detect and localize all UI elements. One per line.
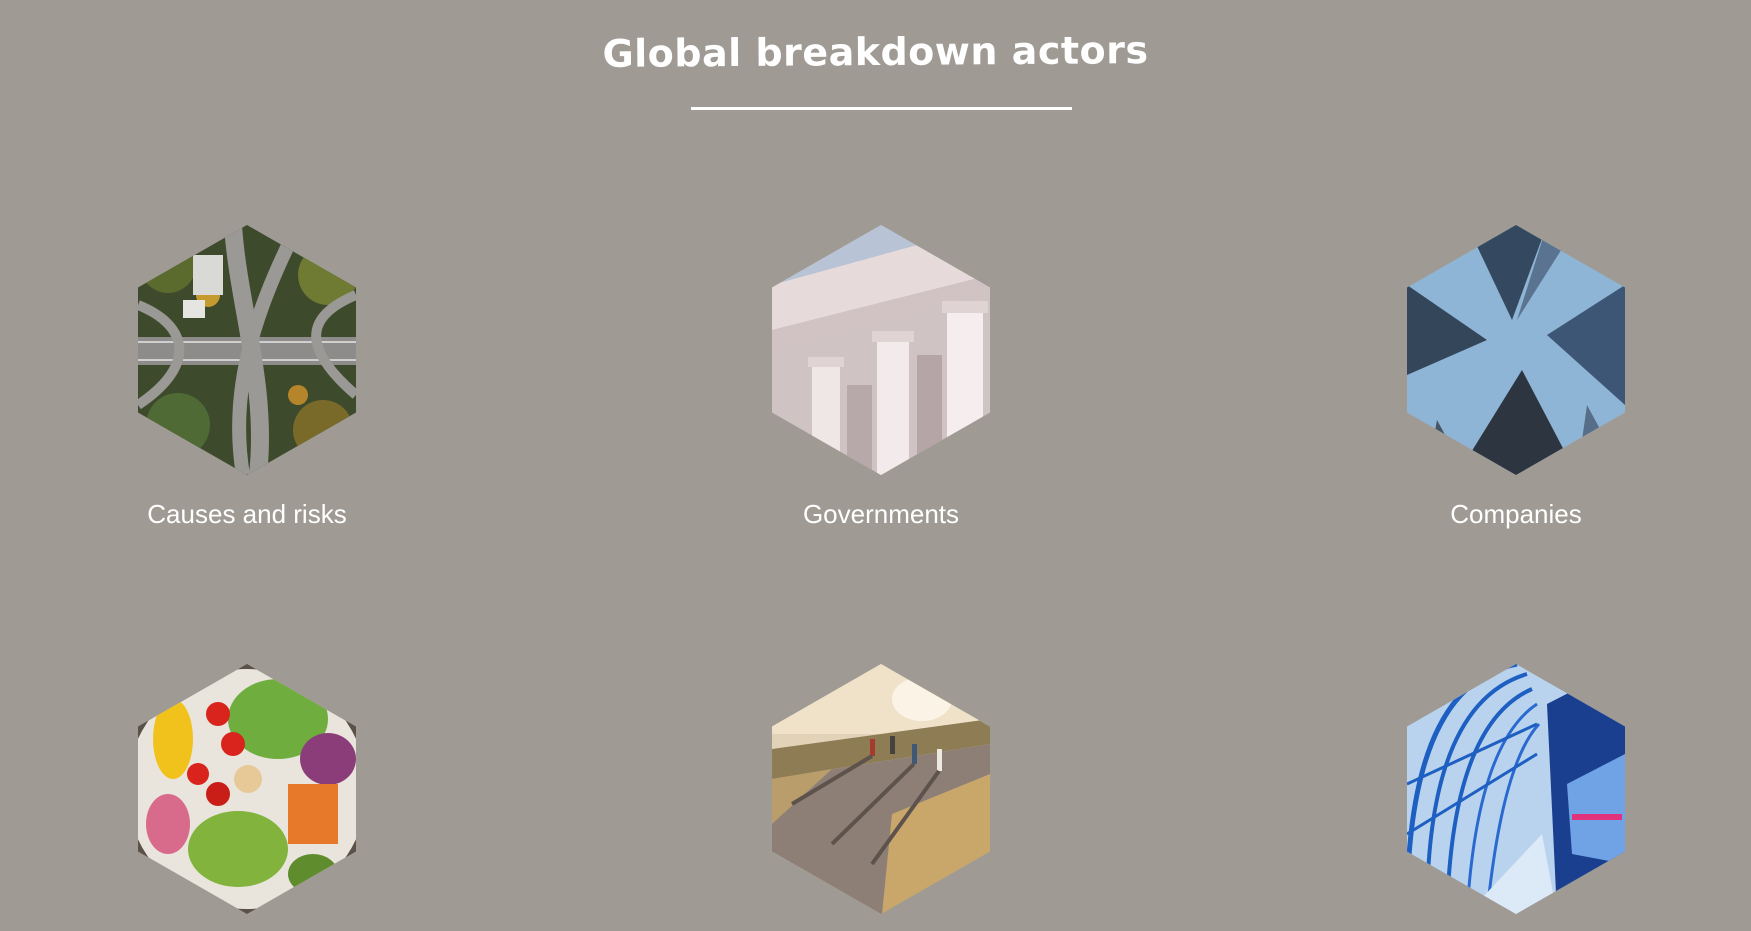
- skyscrapers-graphic: [1407, 225, 1625, 475]
- title-underline: [691, 107, 1072, 110]
- road-walkers-graphic: [772, 664, 990, 914]
- card-transport[interactable]: [1366, 664, 1666, 931]
- vegetable-salad-graphic: [138, 664, 356, 914]
- classical-columns-graphic: [772, 225, 990, 475]
- card-label[interactable]: Companies: [1366, 499, 1666, 530]
- glass-tunnel-image[interactable]: [1407, 664, 1625, 914]
- card-label[interactable]: Governments: [731, 499, 1031, 530]
- card-label[interactable]: Causes and risks: [97, 499, 397, 530]
- aerial-highway-image[interactable]: [138, 225, 356, 475]
- section-title: Global breakdown actors: [602, 28, 1149, 76]
- page: Global breakdown actors Causes and risks…: [0, 0, 1751, 931]
- vegetable-salad-image[interactable]: [138, 664, 356, 914]
- card-governments[interactable]: Governments: [731, 225, 1031, 530]
- card-food[interactable]: [97, 664, 397, 931]
- road-walkers-image[interactable]: [772, 664, 990, 914]
- card-companies[interactable]: Companies: [1366, 225, 1666, 530]
- card-people[interactable]: [731, 664, 1031, 931]
- aerial-highway-graphic: [138, 225, 356, 475]
- card-causes-and-risks[interactable]: Causes and risks: [97, 225, 397, 530]
- glass-tunnel-graphic: [1407, 664, 1625, 914]
- skyscrapers-image[interactable]: [1407, 225, 1625, 475]
- classical-columns-image[interactable]: [772, 225, 990, 475]
